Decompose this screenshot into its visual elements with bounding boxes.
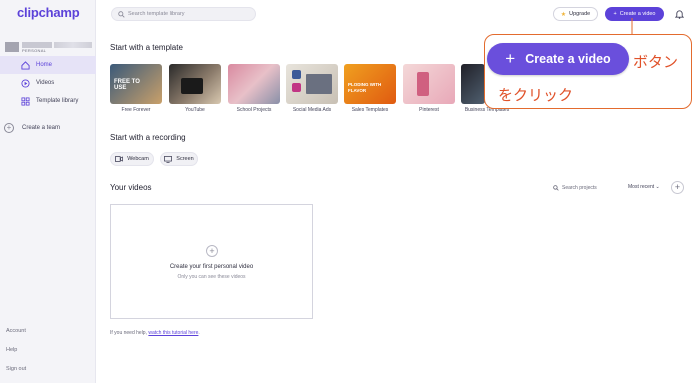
sort-label: Most recent — [628, 184, 655, 190]
pin-shape — [417, 72, 429, 96]
create-first-video-card[interactable]: + Create your first personal video Only … — [110, 204, 313, 319]
template-card-sales-templates[interactable]: PLODING WITH FLAVOR — [344, 64, 396, 104]
search-icon — [553, 185, 559, 191]
screen-label: Screen — [176, 156, 194, 162]
clipchamp-logo[interactable]: clipchamp — [17, 5, 80, 20]
template-label: School Projects — [236, 107, 272, 113]
bell-icon[interactable] — [675, 9, 684, 19]
upgrade-label: Upgrade — [569, 11, 591, 17]
chevron-down-icon: ⌄ — [655, 184, 660, 190]
template-overlay-text: PLODING WITH FLAVOR — [348, 82, 382, 93]
empty-state-title: Create your first personal video — [169, 264, 254, 270]
camera-shape — [181, 78, 203, 94]
sidebar-item-videos[interactable]: Videos — [0, 74, 96, 92]
tutorial-link[interactable]: watch this tutorial here — [148, 330, 198, 336]
add-project-button[interactable]: + — [671, 181, 684, 194]
annotation-callout: + Create a video ボタン をクリック — [484, 34, 692, 109]
plus-icon: + — [4, 123, 14, 133]
create-video-label: Create a video — [619, 11, 656, 17]
callout-create-video-button: + Create a video — [487, 43, 629, 75]
sign-out-link[interactable]: Sign out — [6, 366, 26, 372]
workspace-avatar — [5, 42, 19, 52]
template-card-pinterest[interactable] — [403, 64, 455, 104]
template-label: Free Forever — [121, 107, 151, 113]
search-placeholder: Search template library — [128, 11, 185, 17]
template-overlay-text: FREE TO USE — [114, 79, 140, 91]
facebook-icon — [292, 70, 301, 79]
plus-icon: + — [206, 245, 218, 257]
template-search-input[interactable]: Search template library — [111, 7, 256, 21]
upgrade-button[interactable]: ★ Upgrade — [553, 7, 598, 21]
template-card-free-forever[interactable]: FREE TO USE — [110, 64, 162, 104]
instagram-icon — [292, 83, 301, 92]
template-card-school-projects[interactable] — [228, 64, 280, 104]
webcam-icon — [115, 156, 124, 162]
help-suffix: . — [198, 330, 200, 336]
laptop-shape — [306, 74, 332, 94]
sidebar-item-label: Videos — [36, 80, 55, 86]
template-card-social-media-ads[interactable] — [286, 64, 338, 104]
callout-arrow-icon — [631, 18, 633, 34]
templates-heading: Start with a template — [110, 43, 183, 52]
sidebar: clipchamp PERSONAL Home Videos Template … — [0, 0, 96, 383]
videos-heading: Your videos — [110, 183, 152, 192]
callout-button-label: Create a video — [525, 52, 611, 66]
create-team-label: Create a team — [22, 125, 61, 131]
template-card-youtube[interactable] — [169, 64, 221, 104]
account-link[interactable]: Account — [6, 328, 26, 334]
help-link[interactable]: Help — [6, 347, 17, 353]
sidebar-item-template-library[interactable]: Template library — [0, 92, 96, 110]
star-icon: ★ — [560, 11, 567, 18]
callout-text-button: ボタン — [633, 54, 679, 71]
callout-text-click: をクリック — [498, 87, 574, 104]
search-projects-input[interactable]: Search projects — [553, 183, 597, 193]
sidebar-item-home[interactable]: Home — [0, 56, 96, 74]
create-team-button[interactable]: + Create a team — [4, 122, 60, 134]
webcam-button[interactable]: Webcam — [110, 152, 154, 166]
plus-icon: + — [613, 11, 617, 17]
help-prefix: If you need help, — [110, 330, 149, 336]
sidebar-item-label: Home — [36, 62, 53, 68]
template-label: YouTube — [185, 107, 205, 113]
workspace-email-redacted — [54, 42, 92, 48]
home-icon — [21, 60, 30, 70]
template-label: Social Media Ads — [292, 107, 332, 113]
video-icon — [21, 78, 30, 88]
sort-dropdown[interactable]: Most recent ⌄ — [628, 184, 660, 190]
plus-icon: + — [505, 49, 516, 68]
empty-state-subtitle: Only you can see these videos — [177, 274, 246, 280]
recording-heading: Start with a recording — [110, 133, 186, 142]
search-projects-placeholder: Search projects — [562, 185, 597, 191]
screen-button[interactable]: Screen — [160, 152, 198, 166]
workspace-switcher[interactable]: PERSONAL — [3, 41, 95, 56]
template-label: Sales Templates — [351, 107, 389, 113]
workspace-label: PERSONAL — [22, 48, 47, 53]
template-label: Pinterest — [419, 107, 439, 113]
template-card-business-templates[interactable] — [461, 64, 485, 104]
grid-icon — [21, 96, 30, 106]
help-text: If you need help, watch this tutorial he… — [110, 330, 200, 336]
monitor-icon — [164, 155, 173, 163]
sidebar-item-label: Template library — [36, 98, 79, 104]
webcam-label: Webcam — [127, 156, 149, 162]
search-icon — [118, 11, 125, 18]
